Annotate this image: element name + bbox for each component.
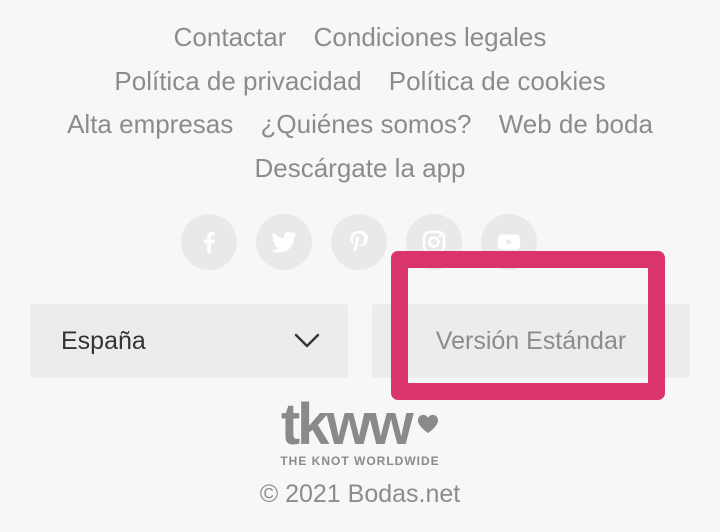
footer-links-row: Descárgate la app bbox=[0, 147, 720, 191]
link-alta-empresas[interactable]: Alta empresas bbox=[67, 109, 233, 139]
copyright-text: © 2021 Bodas.net bbox=[259, 480, 461, 508]
facebook-icon[interactable] bbox=[181, 214, 237, 270]
link-contactar[interactable]: Contactar bbox=[174, 22, 287, 52]
pinterest-icon[interactable] bbox=[331, 214, 387, 270]
logo-wordmark: tkww bbox=[280, 392, 414, 457]
footer-links-row: Alta empresas ¿Quiénes somos? Web de bod… bbox=[0, 103, 720, 147]
link-web-de-boda[interactable]: Web de boda bbox=[499, 109, 653, 139]
heart-icon bbox=[418, 414, 439, 434]
tkww-logo: tkww THE KNOT WORLDWIDE bbox=[260, 392, 460, 469]
country-select[interactable]: España bbox=[30, 304, 348, 378]
highlight-box bbox=[391, 251, 665, 400]
link-politica-cookies[interactable]: Política de cookies bbox=[389, 66, 606, 96]
link-quienes-somos[interactable]: ¿Quiénes somos? bbox=[261, 109, 472, 139]
logo-tagline: THE KNOT WORLDWIDE bbox=[280, 454, 440, 468]
footer-links-row: Política de privacidad Política de cooki… bbox=[0, 60, 720, 104]
link-descargate-app[interactable]: Descárgate la app bbox=[254, 153, 465, 183]
footer-links-row: Contactar Condiciones legales bbox=[0, 16, 720, 60]
link-politica-privacidad[interactable]: Política de privacidad bbox=[114, 66, 361, 96]
country-select-value: España bbox=[61, 326, 146, 355]
chevron-down-icon bbox=[294, 333, 320, 348]
twitter-icon[interactable] bbox=[256, 214, 312, 270]
link-condiciones-legales[interactable]: Condiciones legales bbox=[314, 22, 547, 52]
footer-links: Contactar Condiciones legales Política d… bbox=[0, 16, 720, 190]
